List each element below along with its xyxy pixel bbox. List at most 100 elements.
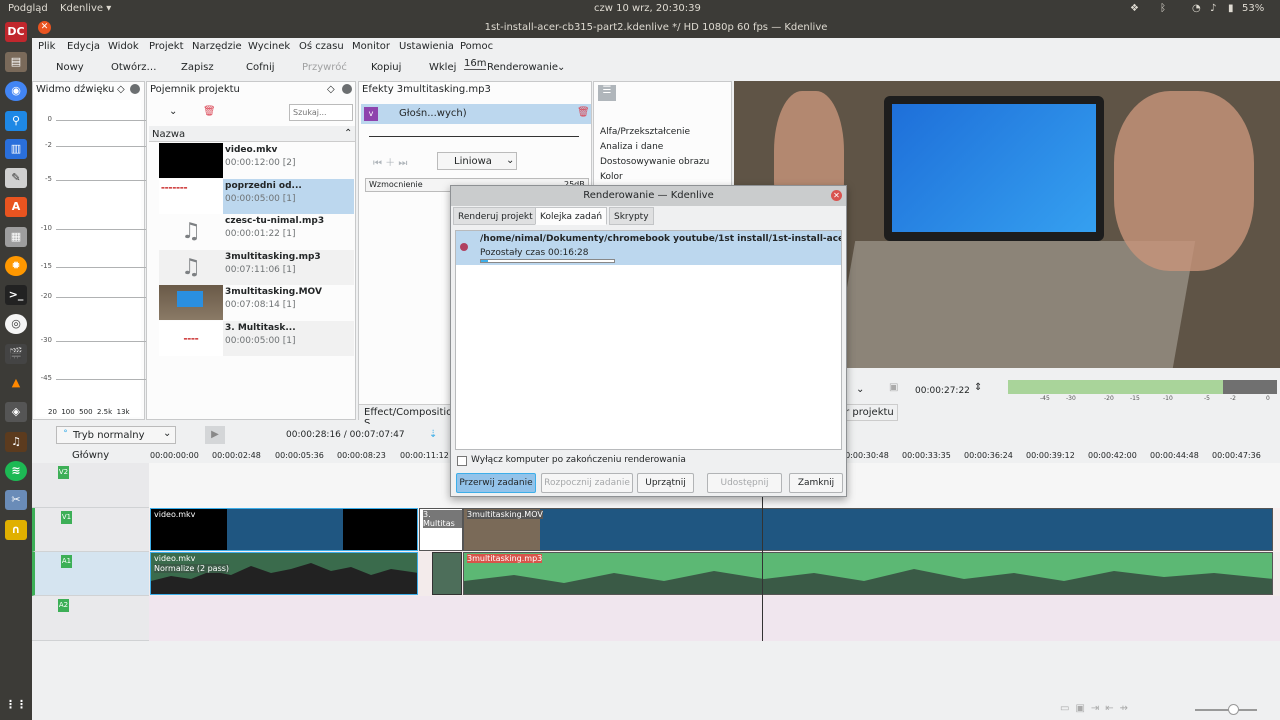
settings-icon[interactable]: ✹ [5,256,27,276]
window-close-icon[interactable]: ✕ [38,21,51,34]
share-button[interactable]: Udostępnij [707,473,782,493]
spotify-icon[interactable]: ≋ [5,461,27,481]
timeline-clip[interactable]: video.mkv [150,508,418,551]
float-icon[interactable]: ◇ [117,84,125,95]
wifi-icon[interactable]: ◔ [1192,3,1201,14]
new-button[interactable]: Nowy [56,62,84,73]
keyframe-nav-icons[interactable]: ⏮ ＋ ⏭ [373,154,407,169]
delete-effect-icon[interactable]: 🗑 [577,107,590,118]
audacity-icon[interactable]: ♫ [5,432,27,452]
tab-render-project[interactable]: Renderuj projekt [453,207,538,225]
timeline-clip[interactable]: 3multitasking.MOV [463,508,1273,551]
menu-plik[interactable]: Plik [38,41,55,52]
kdenlive-menu[interactable]: Kdenlive ▾ [60,3,111,14]
abort-job-button[interactable]: Przerwij zadanie [456,473,536,493]
clock[interactable]: czw 10 wrz, 20:30:39 [594,3,701,14]
open-button[interactable]: Otwórz… [111,62,156,73]
bin-item[interactable]: 3multitasking.MOV 00:07:08:14 [1] [159,285,354,320]
monitor-timecode[interactable]: 00:00:27:22 [915,386,970,396]
interpolation-select[interactable]: Liniowa ⌄ [437,152,517,170]
terminal-icon[interactable]: >_ [5,285,27,305]
list-icon[interactable]: ☰ [598,85,616,101]
chrome-icon[interactable]: ◉ [5,81,27,101]
effect-category[interactable]: Alfa/Przekształcenie [600,127,690,137]
tab-scripts[interactable]: Skrypty [609,207,654,225]
zoom-slider[interactable] [1195,709,1257,711]
menu-pomoc[interactable]: Pomoc [460,41,493,52]
vlc-icon[interactable]: ▲ [5,373,27,393]
zoom-indicator[interactable]: 16m [464,58,487,70]
save-button[interactable]: Zapisz [181,62,214,73]
dropbox-icon[interactable]: ❖ [1130,3,1139,14]
screenshot-icon[interactable]: ◈ [5,402,27,422]
bin-item[interactable]: video.mkv 00:00:12:00 [2] [159,143,354,178]
snap-icon[interactable]: ⇣ [429,429,437,440]
play-icon[interactable]: ▶ [205,426,225,444]
close-icon[interactable] [342,84,352,94]
software-center-icon[interactable]: A [5,197,27,217]
keyframe-line[interactable] [369,136,579,137]
track-lane-a2[interactable] [149,596,1280,641]
render-dropdown-icon[interactable]: ⌄ [557,62,565,73]
shutdown-checkbox[interactable] [457,456,467,466]
bin-header[interactable]: Nazwa ⌃ [149,126,355,142]
kdenlive-icon[interactable]: ✂ [5,490,27,510]
track-header-v2[interactable]: V2 [32,463,149,508]
menu-widok[interactable]: Widok [108,41,139,52]
undo-button[interactable]: Cofnij [246,62,275,73]
paste-button[interactable]: Wklej [429,62,456,73]
float-icon[interactable]: ◇ [327,84,335,95]
chevron-down-icon[interactable]: ⌄ [856,384,864,395]
headphones-icon[interactable]: ∩ [5,520,27,540]
usb-icon[interactable]: ⚲ [5,111,27,131]
timeline-clip[interactable]: 3. Multitas [419,508,463,551]
zoom-slider-handle[interactable] [1228,704,1239,715]
menu-projekt[interactable]: Projekt [149,41,184,52]
text-editor-icon[interactable]: ✎ [5,168,27,188]
active-app-name[interactable]: Podgląd [8,3,48,14]
timeline-clip[interactable]: 3multitasking.mp3 [463,552,1273,595]
sort-icon[interactable]: ⌃ [344,128,352,139]
add-clip-dropdown-icon[interactable]: ⌄ [169,106,177,117]
redo-button[interactable]: Przywróć [302,62,347,73]
writer-icon[interactable]: ▥ [5,139,27,159]
clean-up-button[interactable]: Uprzątnij [637,473,694,493]
close-icon[interactable] [130,84,140,94]
video-editor-icon[interactable]: 🎬 [5,344,27,364]
timeline-clip[interactable]: video.mkv Normalize (2 pass) [150,552,418,595]
menu-edycja[interactable]: Edycja [67,41,100,52]
bin-item[interactable]: ▬▬▬▬▬▬▬ poprzedni od... 00:00:05:00 [1] [159,179,354,214]
effect-category[interactable]: Dostosowywanie obrazu [600,157,709,167]
effect-header[interactable]: v Głośn...wych) 🗑 [361,104,591,124]
track-header-a1[interactable]: A1 [32,552,149,596]
bin-search-input[interactable] [289,104,353,121]
menu-wycinek[interactable]: Wycinek [248,41,290,52]
tab-effect-composition[interactable]: Effect/Composition S [359,404,459,429]
render-button[interactable]: Renderowanie [487,62,558,73]
start-job-button[interactable]: Rozpocznij zadanie [541,473,633,493]
menu-ustawienia[interactable]: Ustawienia [399,41,454,52]
effect-category[interactable]: Analiza i dane [600,142,663,152]
tab-job-queue[interactable]: Kolejka zadań [535,207,608,225]
timeline-clip[interactable] [432,552,462,595]
timecode-spin-icon[interactable]: ⇕ [974,382,982,393]
menu-monitor[interactable]: Monitor [352,41,390,52]
files-icon[interactable]: ▤ [5,52,27,72]
battery-icon[interactable]: ▮ [1228,3,1234,14]
name-column-header[interactable]: Nazwa [152,129,185,140]
copy-button[interactable]: Kopiuj [371,62,401,73]
collapse-icon[interactable]: v [364,107,378,121]
effect-category[interactable]: Kolor [600,172,623,182]
timeline-tools-icons[interactable]: ▭▣⇥⇤⇸ [1060,703,1134,714]
menu-narzedzie[interactable]: Narzędzie [192,41,242,52]
delete-icon[interactable]: 🗑 [203,106,216,117]
bin-item[interactable]: ▬▬▬▬ 3. Multitask... 00:00:05:00 [1] [159,321,354,356]
davinci-icon[interactable]: DC [5,22,27,42]
show-apps-icon[interactable]: ⋮⋮ [5,695,27,715]
volume-icon[interactable]: ♪ [1210,3,1216,14]
bluetooth-icon[interactable]: ᛒ [1160,3,1166,14]
bin-item[interactable]: ♫ 3multitasking.mp3 00:07:11:06 [1] [159,250,354,285]
track-header-v1[interactable]: V1 [32,508,149,552]
close-button[interactable]: Zamknij [789,473,843,493]
menu-os-czasu[interactable]: Oś czasu [299,41,344,52]
